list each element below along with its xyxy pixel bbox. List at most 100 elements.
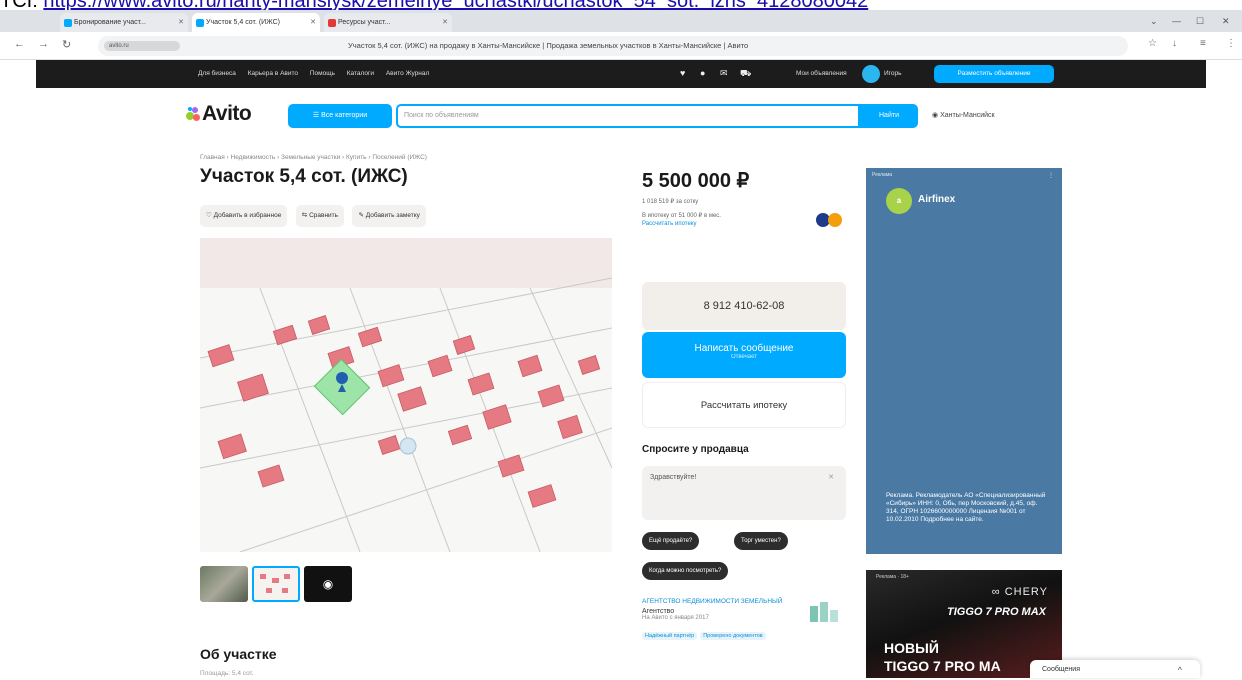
place-ad-button[interactable]: Разместить объявление [934,65,1054,83]
user-name[interactable]: Игорь [884,60,902,88]
favorites-icon[interactable]: ♥ [680,68,685,78]
address-bar[interactable]: avito.ru Участок 5,4 сот. (ИЖС) на прода… [98,36,1128,56]
mortgage-link[interactable]: Рассчитать ипотеку [642,220,721,228]
add-note-label: Добавить заметку [365,212,420,219]
avito-logo[interactable]: Avito [186,102,252,126]
categories-label: Все категории [321,112,368,119]
browser-tab-1[interactable]: Бронирование участ... ✕ [60,13,188,32]
tab-label: Участок 5,4 сот. (ИЖС) [206,19,280,26]
compare-label: Сравнить [309,212,339,219]
ad-model: TIGGO 7 PRO MA [884,658,1001,674]
maximize-icon[interactable]: ☐ [1196,10,1204,32]
thumbnail-more[interactable]: ◉ [304,566,352,602]
favicon-icon [196,19,204,27]
quick-question-chip[interactable]: Ещё продаёте? [642,532,700,550]
reload-icon[interactable]: ↻ [62,38,71,51]
main-listing-image[interactable] [200,238,612,552]
chevron-up-icon[interactable]: ^ [1178,660,1182,680]
seller-tag: Надёжный партнёр [642,632,698,640]
thumbnail-map[interactable] [252,566,300,602]
ad-banner-airfinex[interactable]: Реклама ⋮ a Airfinex Реклама. Рекламодат… [866,168,1062,554]
forward-icon[interactable]: → [38,38,49,50]
site-chip[interactable]: avito.ru [104,41,180,51]
cadastral-map-image [200,238,612,552]
browser-address-row: ← → ↻ avito.ru Участок 5,4 сот. (ИЖС) на… [0,32,1242,60]
ad-label: Реклама [872,172,893,178]
ad-disclaimer: Реклама. Рекламодатель АО «Специализиров… [886,492,1046,523]
breadcrumb[interactable]: Главная › Недвижимость › Земельные участ… [200,154,427,161]
write-message-button[interactable]: Написать сообщение Отвечает [642,332,846,378]
tab-label: Ресурсы участ... [338,19,391,26]
thumbnail-aerial[interactable] [200,566,248,602]
ad-model-short: TIGGO 7 PRO MAX [946,606,1046,618]
source-link[interactable]: https://www.avito.ru/hanty-mansiysk/zeme… [43,0,868,11]
avatar[interactable] [862,65,880,83]
menu-icon[interactable]: ≡ [1200,38,1206,49]
ad-new-label: НОВЫЙ [884,640,939,656]
all-categories-button[interactable]: ☰ Все категории [288,104,392,128]
search-button[interactable]: Найти [860,104,918,128]
downloads-icon[interactable]: ↓ [1172,38,1177,49]
quick-question-chip[interactable]: Торг уместен? [734,532,788,550]
top-link[interactable]: Карьера в Авито [248,70,298,77]
back-icon[interactable]: ← [14,38,25,50]
tab-label: Бронирование участ... [74,19,146,26]
thumbnail-map-image [260,574,290,593]
write-message-label: Написать сообщение [694,343,794,354]
messages-widget[interactable]: Сообщения ^ [1030,660,1200,678]
quick-question-chip[interactable]: Когда можно посмотреть? [642,562,729,580]
favicon-icon [64,19,72,27]
close-window-icon[interactable]: ✕ [1222,10,1230,32]
my-ads-link[interactable]: Мои объявления [796,60,847,88]
ad-brand: Airfinex [918,194,956,205]
add-favorite-button[interactable]: ♡ Добавить в избранное [200,205,288,227]
airfinex-logo-icon: a [886,188,912,214]
seller-card: АГЕНТСТВО НЕДВИЖИМОСТИ ЗЕМЕЛЬНЫЙ Агентст… [642,598,846,642]
price-per-unit: 1 018 519 ₽ за сотку [642,199,699,205]
messages-icon[interactable]: ✉ [720,68,728,79]
ad-brand-text: CHERY [1004,586,1048,598]
about-area: Площадь: 5,4 сот. [200,670,254,677]
mortgage-info: В ипотеку от 51 000 ₽ в мес. Рассчитать … [642,212,721,228]
top-links: Для бизнеса Карьера в Авито Помощь Катал… [198,60,439,88]
browser-tab-2[interactable]: Участок 5,4 сот. (ИЖС) ✕ [192,13,320,32]
write-message-sub: Отвечает [730,354,758,360]
location-selector[interactable]: ◉ Ханты-Мансийск [932,104,995,128]
compare-button[interactable]: ⇆ Сравнить [295,205,345,227]
notifications-icon[interactable]: ● [700,68,705,78]
mortgage-text: В ипотеку от 51 000 ₽ в мес. [642,213,721,219]
favicon-icon [328,19,336,27]
ad-info-icon[interactable]: ⋮ [1048,172,1054,179]
clear-icon[interactable]: ✕ [828,473,834,481]
ask-seller-input[interactable]: Здравствуйте! ✕ [642,466,846,520]
minimize-icon[interactable]: — [1172,10,1181,32]
seller-logo-icon[interactable] [806,600,842,622]
top-link[interactable]: Помощь [310,70,335,77]
add-note-button[interactable]: ✎ Добавить заметку [352,205,426,227]
messages-label: Сообщения [1042,666,1080,673]
bookmark-icon[interactable]: ☆ [1148,38,1157,49]
more-icon[interactable]: ⋮ [1226,38,1236,49]
calculate-mortgage-button[interactable]: Рассчитать ипотеку [642,382,846,428]
close-icon[interactable]: ✕ [442,13,448,32]
top-link[interactable]: Для бизнеса [198,70,236,77]
camera-icon: ◉ [322,577,334,591]
payment-badge-icon [816,213,842,227]
ask-seller-text: Здравствуйте! [650,474,697,481]
seller-company[interactable]: АГЕНТСТВО НЕДВИЖИМОСТИ ЗЕМЕЛЬНЫЙ [642,598,792,606]
tab-search-icon[interactable]: ⌄ [1150,10,1158,32]
price: 5 500 000 ₽ [642,170,750,192]
phone-number-button[interactable]: 8 912 410-62-08 [642,282,846,330]
search-input[interactable]: Поиск по объявлениям [396,104,860,128]
top-link[interactable]: Каталоги [347,70,374,77]
listing-actions: ♡ Добавить в избранное ⇆ Сравнить ✎ Доба… [200,204,430,227]
thumbnail-strip: ◉ [200,566,356,602]
location-label: Ханты-Мансийск [940,112,995,119]
top-link[interactable]: Авито Журнал [386,70,429,77]
browser-tab-3[interactable]: Ресурсы участ... ✕ [324,13,452,32]
logo-text: Avito [202,102,252,125]
cart-icon[interactable]: ⛟ [740,68,751,80]
close-icon[interactable]: ✕ [310,13,316,32]
close-icon[interactable]: ✕ [178,13,184,32]
seller-tag: Проверено документов [700,632,766,640]
